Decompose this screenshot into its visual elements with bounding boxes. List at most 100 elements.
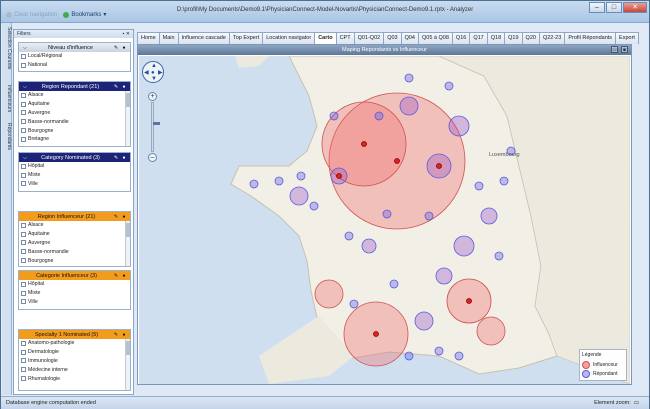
- options-icon[interactable]: ●: [121, 273, 127, 279]
- checkbox-item[interactable]: Aquitaine: [19, 230, 130, 239]
- checkbox-item[interactable]: Dermatologie: [19, 348, 130, 357]
- checkbox-item[interactable]: Mixte: [19, 289, 130, 298]
- respondent-bubble[interactable]: [296, 171, 306, 181]
- tab-q16[interactable]: Q16: [451, 32, 471, 44]
- options-icon[interactable]: ●: [121, 214, 127, 220]
- clear-filter-icon[interactable]: ✎: [113, 45, 119, 51]
- zoom-in-button[interactable]: +: [148, 92, 157, 101]
- respondent-bubble[interactable]: [494, 251, 504, 261]
- checkbox-item[interactable]: Auvergne: [19, 239, 130, 248]
- zoom-control[interactable]: + –: [148, 92, 160, 162]
- checkbox-item[interactable]: Hôpital: [19, 162, 130, 171]
- checkbox-item[interactable]: Bourgogne: [19, 256, 130, 265]
- checkbox-item[interactable]: Basse-normandie: [19, 247, 130, 256]
- respondent-bubble[interactable]: [309, 201, 319, 211]
- checkbox-item[interactable]: Hôpital: [19, 280, 130, 289]
- tab-q03[interactable]: Q03: [383, 32, 402, 44]
- tab-q19[interactable]: Q19: [504, 32, 523, 44]
- pin-icon[interactable]: ▪ ✕: [123, 31, 130, 37]
- influencer-bubble[interactable]: [314, 279, 344, 309]
- pan-right-icon[interactable]: ▶: [158, 70, 163, 76]
- checkbox-item[interactable]: Ville: [19, 298, 130, 307]
- respondent-bubble[interactable]: [274, 176, 284, 186]
- influencer-center-marker[interactable]: [361, 141, 367, 147]
- tab-q01-q02[interactable]: Q01-Q02: [353, 32, 385, 44]
- influencer-center-marker[interactable]: [394, 158, 400, 164]
- respondent-bubble[interactable]: [404, 351, 414, 361]
- tab-q18[interactable]: Q18: [486, 32, 506, 44]
- checkbox-item[interactable]: Ville: [19, 180, 130, 189]
- minimize-button[interactable]: –: [589, 2, 605, 13]
- respondent-bubble[interactable]: [399, 96, 419, 116]
- scrollbar[interactable]: [125, 91, 130, 146]
- respondent-bubble[interactable]: [424, 211, 434, 221]
- respondent-bubble[interactable]: [453, 235, 475, 257]
- influencer-center-marker[interactable]: [466, 298, 472, 304]
- map-svg[interactable]: Luxembourg: [139, 56, 630, 384]
- respondent-bubble[interactable]: [499, 176, 509, 186]
- respondent-bubble[interactable]: [435, 267, 453, 285]
- zoom-slider[interactable]: [151, 102, 160, 152]
- checkbox-item[interactable]: Anatomo-pathologie: [19, 339, 130, 348]
- tab-q22-23[interactable]: Q22-23: [538, 32, 566, 44]
- tab-top-expert[interactable]: Top Expert: [228, 32, 264, 44]
- zoom-thumb[interactable]: [153, 122, 160, 125]
- close-button[interactable]: ✕: [623, 2, 647, 13]
- zoom-slider-icon[interactable]: ▭: [634, 397, 639, 409]
- tab-influence-cascade[interactable]: Influence cascade: [177, 32, 230, 44]
- clear-filter-icon[interactable]: ✎: [113, 214, 119, 220]
- respondent-bubble[interactable]: [389, 279, 399, 289]
- influencer-center-marker[interactable]: [436, 163, 442, 169]
- respondent-bubble[interactable]: [480, 207, 498, 225]
- checkbox-item[interactable]: Alsace: [19, 221, 130, 230]
- checkbox-item[interactable]: Aquitaine: [19, 100, 130, 109]
- side-tab-influenceurs[interactable]: Influenceurs: [2, 85, 12, 112]
- options-icon[interactable]: ●: [121, 45, 127, 51]
- checkbox-item[interactable]: Immunologie: [19, 357, 130, 366]
- respondent-bubble[interactable]: [444, 81, 454, 91]
- respondent-bubble[interactable]: [404, 73, 414, 83]
- scrollbar[interactable]: [125, 221, 130, 266]
- options-icon[interactable]: ●: [121, 332, 127, 338]
- tab-profil-repondants[interactable]: Profil Répondants: [564, 32, 617, 44]
- checkbox-item[interactable]: Bourgogne: [19, 126, 130, 135]
- respondent-bubble[interactable]: [434, 346, 444, 356]
- respondent-bubble[interactable]: [454, 351, 464, 361]
- pan-up-icon[interactable]: ▲: [151, 63, 157, 69]
- respondent-bubble[interactable]: [448, 115, 470, 137]
- side-tab-repondants[interactable]: Répondants: [2, 123, 12, 150]
- tab-q04[interactable]: Q04: [400, 32, 419, 44]
- clear-navigation-button[interactable]: Clear navigation: [6, 11, 57, 18]
- clear-filter-icon[interactable]: ✎: [113, 273, 119, 279]
- pan-down-icon[interactable]: ▼: [151, 76, 157, 82]
- checkbox-item[interactable]: Local/Régional: [19, 52, 130, 61]
- bookmarks-button[interactable]: Bookmarks ▾: [63, 11, 106, 18]
- influencer-bubble[interactable]: [476, 316, 506, 346]
- respondent-bubble[interactable]: [329, 111, 339, 121]
- respondent-bubble[interactable]: [344, 231, 354, 241]
- tab-home[interactable]: Home: [137, 32, 160, 44]
- respondent-bubble[interactable]: [289, 186, 309, 206]
- options-icon[interactable]: ●: [121, 84, 127, 90]
- influencer-center-marker[interactable]: [336, 173, 342, 179]
- checkbox-item[interactable]: National: [19, 61, 130, 70]
- clear-filter-icon[interactable]: ✎: [113, 332, 119, 338]
- zoom-out-button[interactable]: –: [148, 153, 157, 162]
- tab-location-navigator[interactable]: Location navigator: [262, 32, 316, 44]
- checkbox-item[interactable]: Basse-normandie: [19, 117, 130, 126]
- checkbox-item[interactable]: Bretagne: [19, 135, 130, 144]
- tab-export[interactable]: Export: [615, 32, 639, 44]
- influencer-center-marker[interactable]: [373, 331, 379, 337]
- maximize-button[interactable]: □: [606, 2, 622, 13]
- respondent-bubble[interactable]: [414, 311, 434, 331]
- map-canvas[interactable]: Luxembourg ▲ ▼ ◀ ▶ ● + – Légende Influen…: [139, 56, 630, 384]
- tab-q20[interactable]: Q20: [521, 32, 540, 44]
- checkbox-item[interactable]: Auvergne: [19, 109, 130, 118]
- side-tab-selection[interactable]: Selection Courante: [2, 27, 12, 70]
- options-icon[interactable]: ●: [121, 155, 127, 161]
- checkbox-item[interactable]: Mixte: [19, 171, 130, 180]
- respondent-bubble[interactable]: [349, 299, 359, 309]
- center-icon[interactable]: ●: [151, 70, 155, 76]
- pan-control[interactable]: ▲ ▼ ◀ ▶ ●: [142, 61, 164, 83]
- respondent-bubble[interactable]: [474, 181, 484, 191]
